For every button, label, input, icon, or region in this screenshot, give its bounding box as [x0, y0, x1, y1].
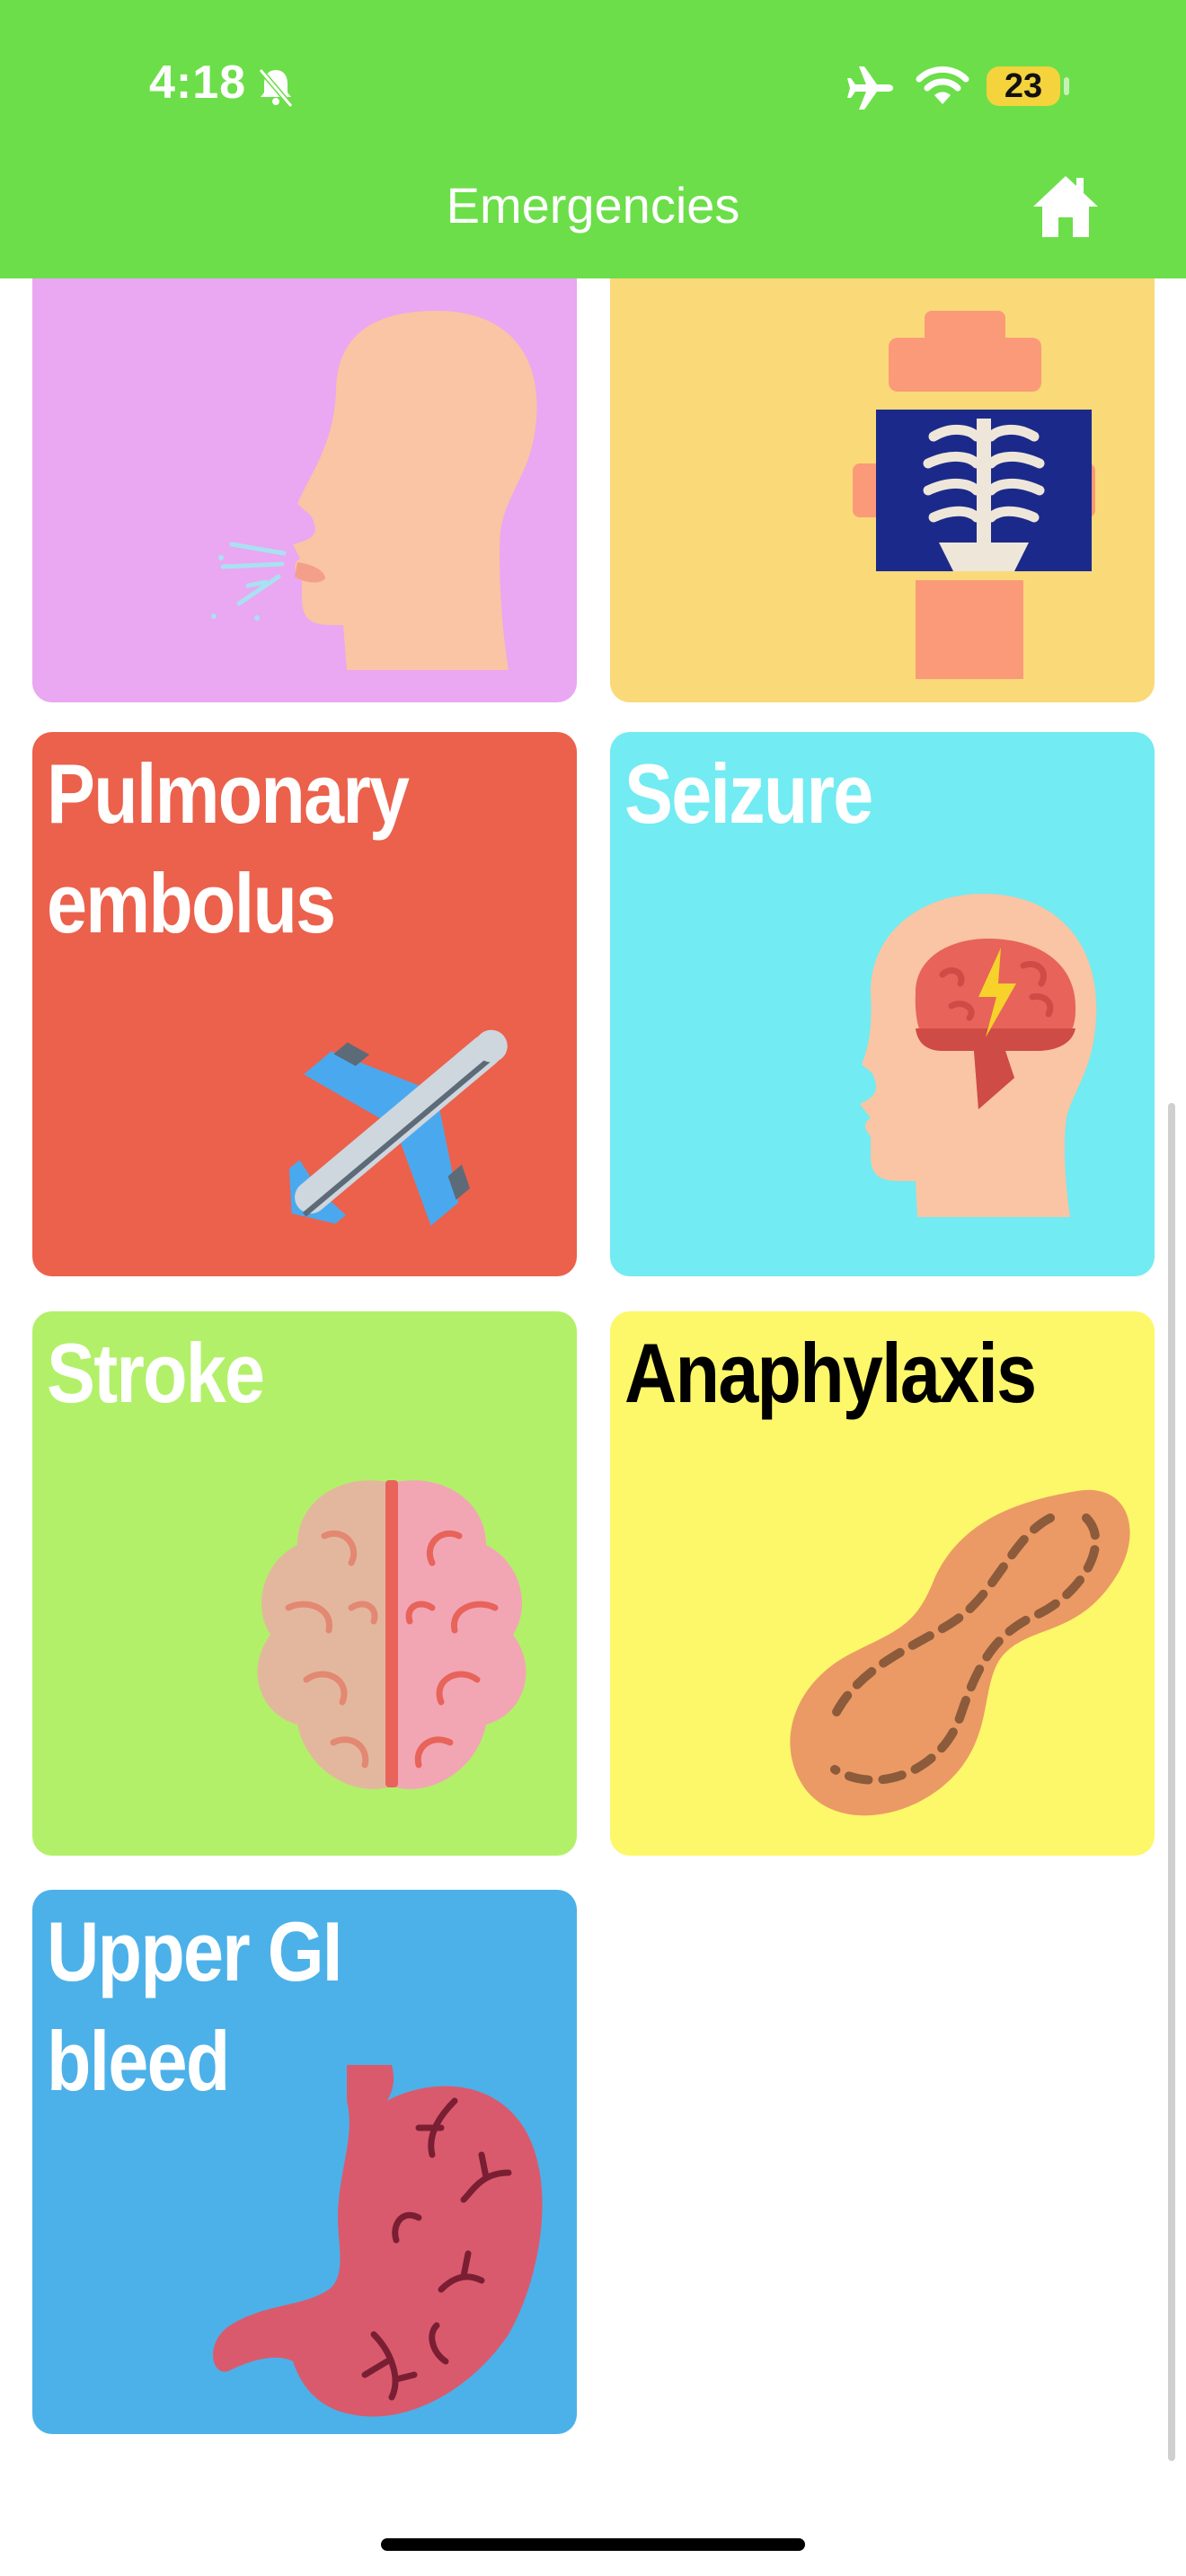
- chest-xray-icon: [853, 311, 1095, 679]
- bell-muted-icon: [258, 68, 294, 108]
- home-button[interactable]: [1030, 171, 1102, 243]
- tile-label: Pulmonary embolus: [47, 746, 410, 950]
- airplane-mode-icon: [847, 66, 893, 110]
- tile-label: Anaphylaxis: [624, 1326, 1037, 1420]
- brain-icon: [257, 1480, 527, 1789]
- battery-cap: [1064, 77, 1069, 95]
- tile-stroke[interactable]: Stroke: [32, 1311, 577, 1856]
- wifi-icon: [916, 66, 969, 104]
- battery-level: 23: [1004, 67, 1043, 105]
- breathing-head-icon: [211, 311, 537, 670]
- tile-anaphylaxis[interactable]: Anaphylaxis: [610, 1311, 1155, 1856]
- airplane-icon: [288, 1029, 508, 1226]
- tile-label: Stroke: [47, 1326, 265, 1420]
- battery-indicator: 23: [987, 66, 1060, 106]
- page-title: Emergencies: [446, 177, 740, 234]
- stomach-icon: [213, 2065, 543, 2417]
- tile-upper-gi-bleed[interactable]: Upper GI bleed: [32, 1890, 577, 2434]
- emergency-grid: Pulmonary embolus Seizure Stroke Anaphyl…: [0, 158, 1186, 2576]
- home-indicator[interactable]: [381, 2538, 805, 2551]
- tile-seizure[interactable]: Seizure: [610, 732, 1155, 1276]
- navigation-bar: 4:18 23 Emergencies: [0, 0, 1186, 278]
- tile-pulmonary-embolus[interactable]: Pulmonary embolus: [32, 732, 577, 1276]
- home-icon: [1033, 176, 1098, 237]
- peanut-icon: [790, 1489, 1130, 1816]
- brain-lightning-head-icon: [860, 894, 1097, 1217]
- status-time: 4:18: [149, 57, 247, 109]
- scroll-indicator[interactable]: [1168, 1103, 1175, 2461]
- tile-label: Seizure: [624, 746, 873, 841]
